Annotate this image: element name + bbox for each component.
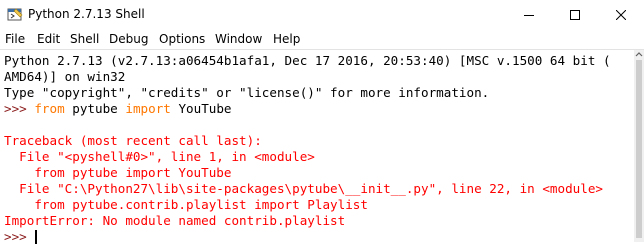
minimize-button[interactable]	[506, 0, 552, 30]
banner-line: Python 2.7.13 (v2.7.13:a06454b1afa1, Dec…	[4, 53, 611, 68]
traceback-line: from pytube import YouTube	[4, 165, 232, 180]
imported-name: YouTube	[170, 101, 232, 116]
menu-debug[interactable]: Debug	[109, 32, 148, 46]
traceback-line: File "C:\Python27\lib\site-packages\pytu…	[4, 181, 603, 196]
menu-file[interactable]: File	[5, 32, 25, 46]
title-bar[interactable]: Python 2.7.13 Shell	[0, 0, 644, 30]
shell-output-area[interactable]: Python 2.7.13 (v2.7.13:a06454b1afa1, Dec…	[0, 50, 634, 245]
menu-help[interactable]: Help	[273, 32, 300, 46]
window-title: Python 2.7.13 Shell	[28, 7, 145, 21]
traceback-line: from pytube.contrib.playlist import Play…	[4, 197, 368, 212]
command-line: >>> from pytube import YouTube	[4, 101, 232, 117]
error-message: ImportError: No module named contrib.pla…	[4, 213, 346, 228]
shell-prompt: >>>	[4, 101, 35, 116]
keyword-from: from	[34, 101, 65, 116]
banner-line: AMD64)] on win32	[4, 69, 126, 84]
traceback-line: Traceback (most recent call last):	[4, 133, 262, 148]
traceback-line: File "<pyshell#0>", line 1, in <module>	[4, 149, 315, 164]
input-line[interactable]: >>>	[4, 229, 34, 245]
menu-shell[interactable]: Shell	[70, 32, 99, 46]
keyword-import: import	[125, 101, 171, 116]
maximize-button[interactable]	[552, 0, 598, 30]
module-name: pytube	[64, 101, 126, 116]
banner-line: Type "copyright", "credits" or "license(…	[4, 85, 490, 100]
menu-bar: File Edit Shell Debug Options Window Hel…	[0, 30, 644, 49]
scroll-up-arrow-icon[interactable]	[634, 50, 644, 60]
menu-window[interactable]: Window	[215, 32, 262, 46]
python-idle-icon	[7, 8, 23, 21]
scrollbar-thumb[interactable]	[636, 60, 642, 238]
close-button[interactable]	[598, 0, 644, 30]
maximize-icon	[570, 10, 580, 20]
close-icon	[616, 10, 626, 20]
minimize-icon	[524, 15, 534, 16]
menu-options[interactable]: Options	[159, 32, 205, 46]
menu-edit[interactable]: Edit	[37, 32, 60, 46]
vertical-scrollbar[interactable]	[634, 50, 644, 242]
